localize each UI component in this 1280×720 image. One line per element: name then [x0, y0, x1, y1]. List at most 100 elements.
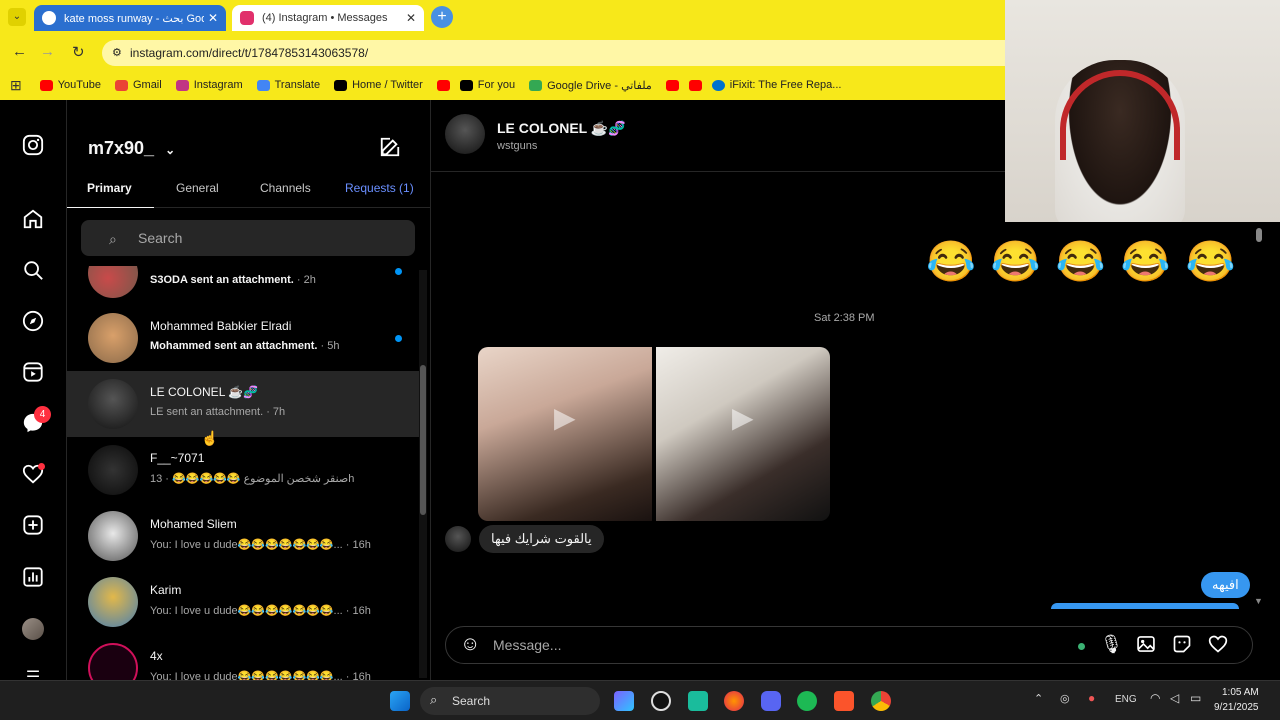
- youtube-icon[interactable]: [436, 79, 450, 91]
- windows-start-icon[interactable]: [390, 691, 410, 711]
- incoming-message[interactable]: يالقوت شرايك فيها: [479, 525, 604, 553]
- list-item[interactable]: Mohamed Sliem You: I love u dude😂😂😂😂😂😂😂.…: [67, 503, 422, 569]
- close-tab-icon[interactable]: ✕: [406, 11, 416, 25]
- message-composer[interactable]: ☺ Message... 🎙: [445, 626, 1253, 664]
- emoji-icon[interactable]: ☺: [460, 633, 480, 656]
- youtube-icon[interactable]: [665, 79, 679, 91]
- play-icon[interactable]: ▶: [732, 401, 754, 434]
- play-icon[interactable]: ▶: [554, 401, 576, 434]
- image-icon[interactable]: [1136, 634, 1156, 659]
- bookmark-instagram[interactable]: Instagram: [175, 79, 243, 91]
- reload-icon[interactable]: ↻: [72, 43, 85, 61]
- search-icon[interactable]: [22, 259, 44, 281]
- clock-time[interactable]: 1:05 AM: [1222, 687, 1259, 698]
- thread-preview: You: I love u dude😂😂😂😂😂😂😂... · 16h: [150, 539, 371, 551]
- obs-icon[interactable]: [651, 691, 671, 711]
- bookmarks-bar: ⊞ YouTube Gmail Instagram Translate Home…: [0, 70, 1005, 100]
- bookmark-translate[interactable]: Translate: [256, 79, 320, 91]
- tray-chevron-icon[interactable]: ⌃: [1034, 692, 1043, 705]
- message-input[interactable]: Message...: [493, 637, 561, 653]
- scrollbar-thumb[interactable]: [1256, 228, 1262, 242]
- brave-icon[interactable]: [834, 691, 854, 711]
- instagram-logo-icon[interactable]: [22, 134, 44, 156]
- unread-dot: [38, 463, 45, 470]
- sticker-icon[interactable]: [1172, 634, 1192, 659]
- list-item[interactable]: Mohammed Babkier Elradi Mohammed sent an…: [67, 305, 422, 371]
- bookmark-google-drive[interactable]: Google Drive - ملفاتي: [529, 79, 652, 92]
- bookmark-gmail[interactable]: Gmail: [114, 79, 162, 91]
- dashboard-icon[interactable]: [22, 566, 44, 588]
- tab-google[interactable]: kate moss runway - بحث Google ✕: [34, 5, 226, 31]
- explore-icon[interactable]: [22, 310, 44, 332]
- scroll-down-icon[interactable]: ▼: [1254, 596, 1263, 606]
- thread-preview: صنقر شخصن الموضوع 😂😂😂😂😂 · 13h: [150, 473, 355, 485]
- bookmark-for-you[interactable]: For you: [459, 79, 515, 91]
- profile-avatar[interactable]: [22, 618, 44, 640]
- taskbar-search[interactable]: ⌕ Search: [420, 687, 600, 715]
- back-icon[interactable]: ←: [12, 43, 27, 60]
- outgoing-message-partial: [1051, 603, 1239, 609]
- account-switcher[interactable]: m7x90_ ⌄: [88, 138, 175, 159]
- microphone-icon[interactable]: ●: [1088, 691, 1095, 705]
- scrollbar-thumb[interactable]: [420, 365, 426, 515]
- site-info-icon[interactable]: ⚙: [112, 40, 122, 66]
- cursor-pointer: ☝: [201, 430, 219, 446]
- thread-scrollbar[interactable]: ▼: [1253, 224, 1265, 608]
- tab-requests[interactable]: Requests (1): [330, 178, 431, 208]
- language-indicator[interactable]: ENG: [1115, 694, 1137, 705]
- spotify-icon[interactable]: [797, 691, 817, 711]
- bookmark-youtube[interactable]: YouTube: [39, 79, 101, 91]
- forward-icon[interactable]: →: [40, 43, 55, 60]
- tab-instagram[interactable]: (4) Instagram • Messages ✕: [232, 5, 424, 31]
- gmail-icon: [114, 79, 128, 91]
- youtube-icon: [39, 79, 53, 91]
- ifixit-icon: [711, 79, 725, 91]
- discord-icon[interactable]: [761, 691, 781, 711]
- inbox-scrollbar[interactable]: [419, 270, 427, 678]
- url-field[interactable]: ⚙ instagram.com/direct/t/178478531430635…: [102, 40, 1005, 66]
- close-tab-icon[interactable]: ✕: [208, 11, 218, 25]
- list-item[interactable]: 4x You: I love u dude😂😂😂😂😂😂😂... · 16h: [67, 635, 422, 680]
- tab-primary[interactable]: Primary: [67, 178, 154, 208]
- tab-general[interactable]: General: [154, 178, 242, 208]
- list-item[interactable]: F__~7071 صنقر شخصن الموضوع 😂😂😂😂😂 · 13h: [67, 437, 422, 503]
- notification-badge: 4: [34, 406, 51, 423]
- x-icon: [334, 79, 348, 91]
- like-heart-icon[interactable]: [1208, 634, 1228, 659]
- x-icon: [459, 79, 473, 91]
- tray-app-icon[interactable]: ◎: [1060, 692, 1070, 705]
- contact-name[interactable]: LE COLONEL ☕🧬: [497, 120, 626, 137]
- microphone-icon[interactable]: 🎙: [1100, 634, 1123, 655]
- attachment-image-2[interactable]: ▶: [656, 347, 830, 521]
- search-input[interactable]: ⌕ Search: [81, 220, 415, 256]
- list-item-selected[interactable]: LE COLONEL ☕🧬 LE sent an attachment. · 7…: [67, 371, 422, 437]
- bookmark-twitter[interactable]: Home / Twitter: [334, 79, 423, 91]
- chrome-icon[interactable]: [871, 691, 891, 711]
- battery-icon[interactable]: ▭: [1190, 691, 1201, 705]
- new-tab-button[interactable]: +: [431, 6, 453, 28]
- new-message-icon[interactable]: [379, 136, 401, 163]
- attachment-image-1[interactable]: ▶: [478, 347, 652, 521]
- reels-icon[interactable]: [22, 361, 44, 383]
- bookmark-ifixit[interactable]: iFixit: The Free Repa...: [711, 79, 841, 91]
- firefox-icon[interactable]: [724, 691, 744, 711]
- volume-icon[interactable]: ◁: [1170, 691, 1179, 705]
- tab-channels[interactable]: Channels: [242, 178, 330, 208]
- messenger-icon[interactable]: 4: [22, 406, 51, 434]
- tab-search-icon[interactable]: ⌄: [8, 8, 26, 26]
- contact-handle: wstguns: [497, 140, 538, 152]
- notifications-heart-icon[interactable]: [22, 463, 45, 485]
- home-icon[interactable]: [22, 208, 44, 230]
- wifi-icon[interactable]: ◠: [1150, 691, 1160, 705]
- instagram-nav-rail: 4 ☰: [0, 100, 67, 686]
- create-icon[interactable]: [22, 514, 44, 536]
- contact-avatar[interactable]: [445, 114, 485, 154]
- copilot-icon[interactable]: [614, 691, 634, 711]
- apps-grid-icon[interactable]: ⊞: [10, 77, 22, 94]
- youtube-icon[interactable]: [688, 79, 702, 91]
- tab-title: kate moss runway - بحث Google: [64, 12, 204, 25]
- capcut-icon[interactable]: [688, 691, 708, 711]
- clock-date[interactable]: 9/21/2025: [1214, 702, 1259, 713]
- list-item[interactable]: Karim You: I love u dude😂😂😂😂😂😂😂... · 16h: [67, 569, 422, 635]
- outgoing-message[interactable]: افيهه: [1201, 572, 1250, 598]
